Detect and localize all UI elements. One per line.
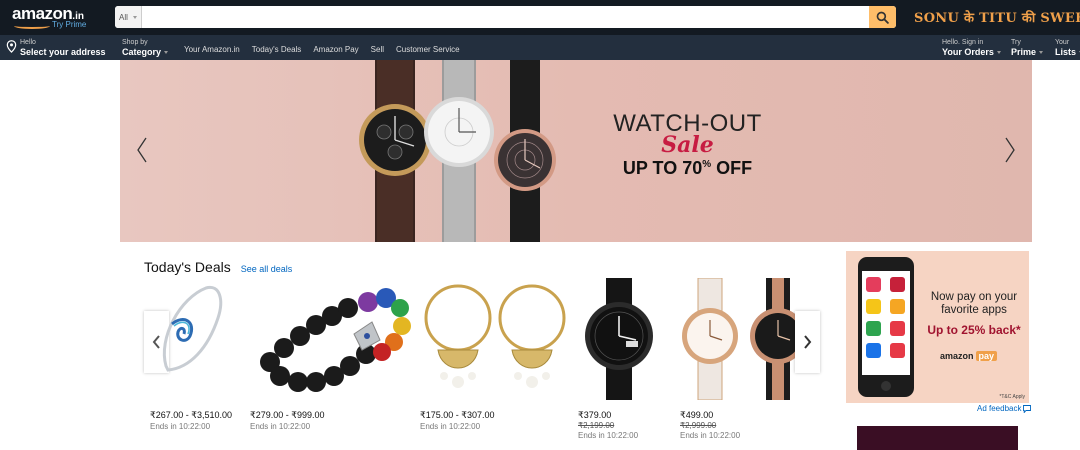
- try-prime-link[interactable]: Try Prime: [52, 20, 86, 29]
- earrings-image: [424, 284, 566, 388]
- deal-price: ₹175.00 - ₹307.00: [420, 410, 495, 420]
- ad-headline: Now pay on your favorite apps: [930, 291, 1018, 316]
- deal-price: ₹267.00 - ₹3,510.00: [150, 410, 233, 420]
- logo-smile-icon: [14, 23, 50, 29]
- location-label: Select your address: [20, 47, 106, 57]
- beaded-bracelet-image: [260, 288, 411, 392]
- hero-offer-suffix: OFF: [711, 158, 753, 178]
- chevron-right-icon: [1005, 137, 1015, 163]
- deal-ends: Ends in 10:22:00: [420, 422, 481, 431]
- deal-old-price: ₹2,199.00: [578, 421, 615, 430]
- deal-card[interactable]: ₹379.00 ₹2,199.00 Ends in 10:22:00: [578, 278, 660, 440]
- header-top-bar: amazon.in Try Prime All SONU के TITU की …: [0, 0, 1080, 35]
- hero-next-button[interactable]: [1000, 135, 1020, 165]
- deal-old-price: ₹2,999.00: [680, 421, 717, 430]
- see-all-deals-link[interactable]: See all deals: [241, 264, 293, 274]
- deliver-to-address[interactable]: Hello Select your address: [6, 38, 106, 57]
- black-watch-image: [585, 278, 653, 400]
- page: amazon.in Try Prime All SONU के TITU की …: [0, 0, 1080, 450]
- ad-feedback-link[interactable]: Ad feedback: [977, 404, 1032, 413]
- lists-label: Lists: [1055, 47, 1077, 57]
- deal-card[interactable]: ₹267.00 - ₹3,510.00 Ends in 10:22:00: [150, 278, 233, 431]
- chevron-down-icon: [132, 15, 137, 19]
- hero-offer-prefix: UP TO 70: [622, 158, 703, 178]
- ad-offer: Up to 25% back*: [927, 323, 1021, 337]
- chevron-right-icon: [804, 335, 812, 349]
- amazon-pay-logo: amazon pay: [940, 351, 998, 361]
- your-label: Your: [1055, 39, 1070, 46]
- todays-deals-title: Today's Deals: [144, 259, 231, 275]
- hero-offer: UP TO 70% OFF: [610, 158, 765, 179]
- secondary-ad-banner[interactable]: [857, 426, 1018, 450]
- amazon-logo[interactable]: amazon.in Try Prime: [12, 4, 86, 29]
- nav-links: Your Amazon.in Today's Deals Amazon Pay …: [184, 45, 460, 54]
- ad-brand-pay: pay: [975, 351, 998, 361]
- deal-card[interactable]: ₹279.00 - ₹999.00 Ends in 10:22:00: [250, 278, 415, 431]
- your-orders-menu[interactable]: Hello. Sign in Your Orders: [942, 38, 1001, 57]
- speech-bubble-icon: [1023, 404, 1032, 413]
- amazon-pay-ad[interactable]: Now pay on your favorite apps Up to 25% …: [846, 251, 1029, 403]
- chevron-down-icon: [1039, 51, 1044, 55]
- todays-deals-header: Today's Deals See all deals: [144, 259, 292, 275]
- search-input[interactable]: [142, 6, 869, 28]
- nav-link-sell[interactable]: Sell: [371, 45, 384, 54]
- chevron-down-icon: [996, 51, 1001, 55]
- nav-link-your-amazon[interactable]: Your Amazon.in: [184, 45, 240, 54]
- nav-link-customer-service[interactable]: Customer Service: [396, 45, 460, 54]
- ad-brand: amazon: [940, 351, 974, 361]
- your-lists-menu[interactable]: Your Lists: [1055, 38, 1080, 57]
- deals-next-button[interactable]: [795, 311, 820, 373]
- search-button[interactable]: [869, 6, 896, 28]
- deal-price: ₹379.00: [578, 410, 612, 420]
- hero-prev-button[interactable]: [132, 135, 152, 165]
- bracelet-image: [162, 285, 223, 372]
- location-greeting: Hello: [20, 39, 36, 46]
- deal-ends: Ends in 10:22:00: [578, 431, 639, 440]
- shop-by-label: Shop by: [122, 39, 148, 46]
- promo-banner-text[interactable]: SONU के TITU की SWEETY: [914, 8, 1080, 26]
- deal-ends: Ends in 10:22:00: [250, 422, 311, 431]
- search-icon: [876, 11, 889, 24]
- try-prime-menu[interactable]: Try Prime: [1011, 38, 1044, 57]
- phone-apps-image: [858, 257, 914, 397]
- deal-price: ₹279.00 - ₹999.00: [250, 410, 325, 420]
- deal-ends: Ends in 10:22:00: [150, 422, 211, 431]
- nav-link-todays-deals[interactable]: Today's Deals: [252, 45, 302, 54]
- deal-price: ₹499.00: [680, 410, 714, 420]
- location-pin-icon: [6, 40, 17, 53]
- search-category-label: All: [119, 12, 128, 22]
- prime-label: Prime: [1011, 47, 1037, 57]
- shop-by-category-menu[interactable]: Shop by Category: [122, 38, 169, 57]
- category-label: Category: [122, 47, 162, 57]
- deal-ends: Ends in 10:22:00: [680, 431, 741, 440]
- your-orders-label: Your Orders: [942, 47, 994, 57]
- nav-link-amazon-pay[interactable]: Amazon Pay: [313, 45, 358, 54]
- try-label: Try: [1011, 39, 1021, 46]
- search-bar: All: [115, 6, 896, 28]
- hero-offer-percent: %: [702, 159, 712, 170]
- sign-in-greeting: Hello. Sign in: [942, 39, 984, 46]
- search-category-dropdown[interactable]: All: [115, 6, 142, 28]
- hero-text: WATCH-OUT Sale UP TO 70% OFF: [610, 110, 765, 179]
- chevron-left-icon: [137, 137, 147, 163]
- chevron-down-icon: [164, 51, 169, 55]
- deal-card[interactable]: ₹175.00 - ₹307.00 Ends in 10:22:00: [420, 278, 570, 431]
- ad-terms: *T&C Apply: [999, 394, 1025, 400]
- hero-banner[interactable]: WATCH-OUT Sale UP TO 70% OFF: [120, 60, 1032, 242]
- ad-feedback-label: Ad feedback: [977, 404, 1022, 413]
